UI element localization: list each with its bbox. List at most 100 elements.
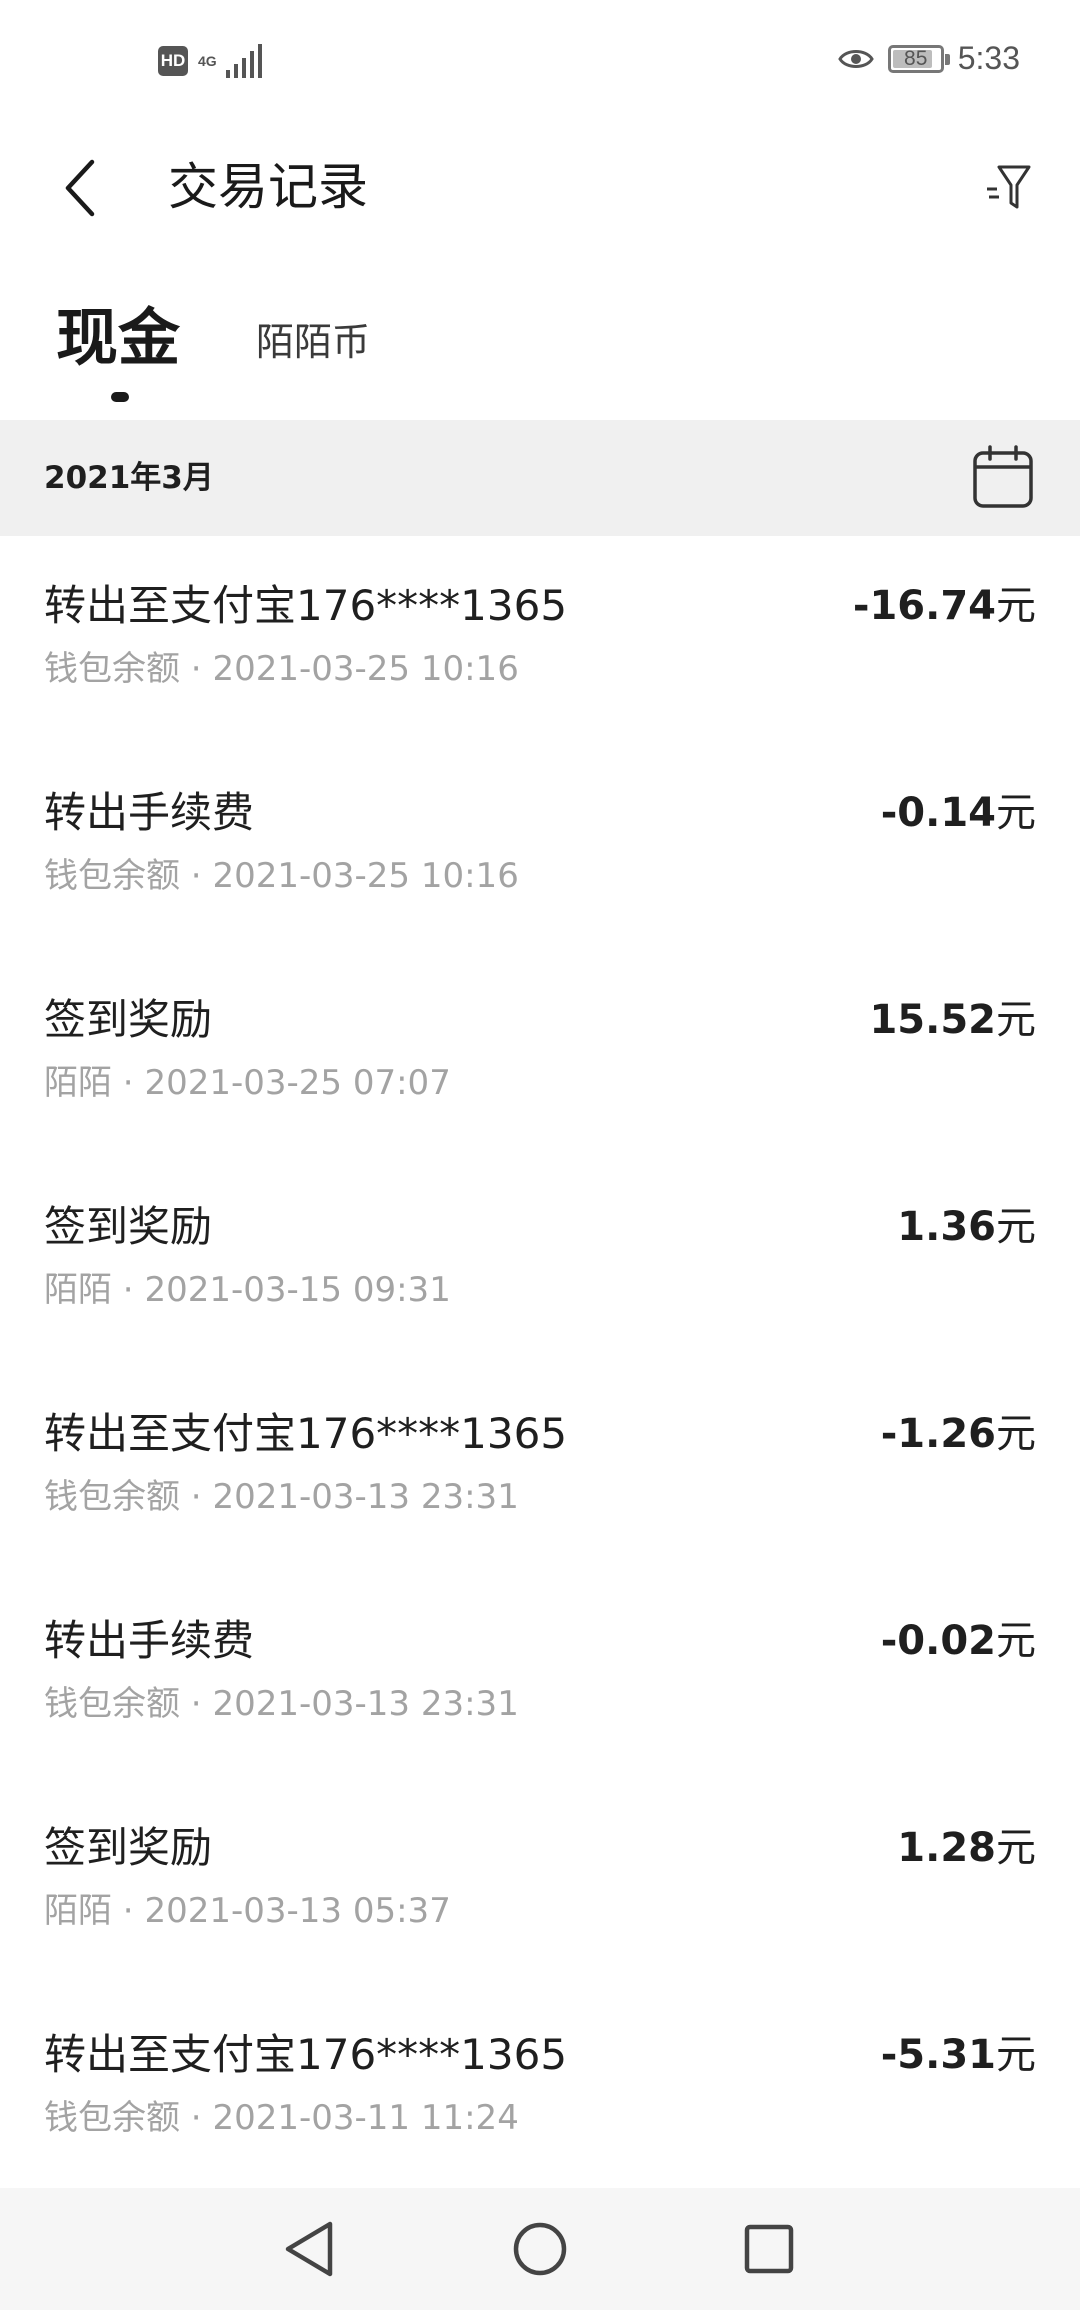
chevron-left-icon bbox=[65, 159, 95, 217]
meta-separator: · bbox=[180, 1684, 213, 1724]
active-tab-indicator bbox=[111, 392, 129, 402]
page-title: 交易记录 bbox=[168, 158, 368, 216]
tab-cash[interactable]: 现金 bbox=[56, 298, 180, 378]
transaction-datetime: 2021-03-15 09:31 bbox=[144, 1270, 451, 1310]
transaction-row[interactable]: 签到奖励陌陌 · 2021-03-25 07:07 15.52元 bbox=[0, 950, 1080, 1157]
meta-separator: · bbox=[180, 1477, 213, 1517]
amount-value: 15.52 bbox=[869, 997, 996, 1043]
transaction-meta: 钱包余额 · 2021-03-13 23:31 bbox=[44, 1474, 519, 1520]
status-bar: HD 4G 85 5:33 bbox=[0, 0, 1080, 124]
transaction-source: 钱包余额 bbox=[44, 856, 180, 896]
transaction-datetime: 2021-03-13 23:31 bbox=[212, 1477, 519, 1517]
transaction-datetime: 2021-03-25 10:16 bbox=[212, 856, 519, 896]
transaction-meta: 钱包余额 · 2021-03-11 11:24 bbox=[44, 2095, 519, 2141]
meta-separator: · bbox=[180, 856, 213, 896]
transaction-title: 转出至支付宝176****1365 bbox=[44, 581, 568, 630]
transaction-row[interactable]: 签到奖励陌陌 · 2021-03-13 05:37 1.28元 bbox=[0, 1778, 1080, 1985]
transaction-row[interactable]: 转出手续费钱包余额 · 2021-03-13 23:31 -0.02元 bbox=[0, 1571, 1080, 1778]
meta-separator: · bbox=[112, 1891, 145, 1931]
app-header: 交易记录 bbox=[0, 124, 1080, 252]
month-header: 2021年3月 bbox=[0, 420, 1080, 536]
transaction-source: 陌陌 bbox=[44, 1891, 112, 1931]
calendar-icon bbox=[973, 445, 1033, 508]
transaction-title: 转出手续费 bbox=[44, 1616, 255, 1665]
transaction-title: 转出至支付宝176****1365 bbox=[44, 1409, 568, 1458]
transaction-row[interactable]: 签到奖励陌陌 · 2021-03-15 09:31 1.36元 bbox=[0, 1157, 1080, 1364]
meta-separator: · bbox=[180, 2098, 213, 2138]
transaction-meta: 钱包余额 · 2021-03-13 23:31 bbox=[44, 1681, 519, 1727]
amount-value: 1.36 bbox=[897, 1204, 996, 1250]
transaction-title: 签到奖励 bbox=[44, 1202, 213, 1251]
transaction-amount: 1.36元 bbox=[897, 1199, 1036, 1255]
nav-back-button[interactable] bbox=[270, 2210, 348, 2288]
triangle-back-icon bbox=[285, 2221, 333, 2277]
network-type-icon: 4G bbox=[198, 53, 217, 69]
back-button[interactable] bbox=[44, 152, 116, 224]
transaction-source: 钱包余额 bbox=[44, 649, 180, 689]
system-nav-bar bbox=[0, 2188, 1080, 2310]
amount-unit: 元 bbox=[996, 1204, 1036, 1250]
transaction-amount: -0.02元 bbox=[881, 1613, 1036, 1669]
tab-momo-coin[interactable]: 陌陌币 bbox=[256, 314, 370, 370]
amount-value: -16.74 bbox=[852, 583, 996, 629]
transaction-title: 转出至支付宝176****1365 bbox=[44, 2030, 568, 2079]
calendar-button[interactable] bbox=[970, 444, 1036, 510]
transaction-row[interactable]: 转出至支付宝176****1365 钱包余额 · 2021-03-11 11:24… bbox=[0, 1985, 1080, 2192]
circle-home-icon bbox=[513, 2222, 567, 2276]
transaction-meta: 钱包余额 · 2021-03-25 10:16 bbox=[44, 646, 519, 692]
transaction-meta: 陌陌 · 2021-03-13 05:37 bbox=[44, 1888, 451, 1934]
amount-unit: 元 bbox=[996, 583, 1036, 629]
amount-value: -1.26 bbox=[880, 1411, 996, 1457]
month-label: 2021年3月 bbox=[44, 460, 214, 496]
transaction-row[interactable]: 转出至支付宝176****1365 钱包余额 · 2021-03-25 10:16… bbox=[0, 536, 1080, 743]
transaction-row[interactable]: 转出手续费钱包余额 · 2021-03-25 10:16 -0.14元 bbox=[0, 743, 1080, 950]
eye-icon bbox=[837, 49, 874, 68]
nav-home-button[interactable] bbox=[501, 2210, 579, 2288]
transaction-meta: 陌陌 · 2021-03-25 07:07 bbox=[44, 1060, 451, 1106]
square-recents-icon bbox=[744, 2224, 794, 2274]
transaction-amount: 15.52元 bbox=[869, 992, 1036, 1048]
nav-recents-button[interactable] bbox=[730, 2210, 808, 2288]
transaction-datetime: 2021-03-11 11:24 bbox=[212, 2098, 519, 2138]
transaction-source: 钱包余额 bbox=[44, 1477, 180, 1517]
signal-icon bbox=[226, 44, 262, 78]
amount-unit: 元 bbox=[996, 1825, 1036, 1871]
transaction-source: 钱包余额 bbox=[44, 2098, 180, 2138]
amount-value: 1.28 bbox=[897, 1825, 996, 1871]
transaction-datetime: 2021-03-13 05:37 bbox=[144, 1891, 451, 1931]
transaction-source: 陌陌 bbox=[44, 1063, 112, 1103]
transaction-meta: 陌陌 · 2021-03-15 09:31 bbox=[44, 1267, 451, 1313]
meta-separator: · bbox=[180, 649, 213, 689]
clock: 5:33 bbox=[957, 40, 1020, 76]
transaction-meta: 钱包余额 · 2021-03-25 10:16 bbox=[44, 853, 519, 899]
battery-percent: 85 bbox=[904, 46, 928, 70]
amount-unit: 元 bbox=[996, 2032, 1036, 2078]
amount-value: -0.02 bbox=[880, 1618, 996, 1664]
amount-unit: 元 bbox=[996, 1618, 1036, 1664]
transaction-source: 钱包余额 bbox=[44, 1684, 180, 1724]
hd-icon: HD bbox=[158, 46, 188, 76]
transaction-amount: -5.31元 bbox=[881, 2027, 1036, 2083]
meta-separator: · bbox=[112, 1270, 145, 1310]
amount-unit: 元 bbox=[996, 790, 1036, 836]
amount-value: -5.31 bbox=[880, 2032, 996, 2078]
transaction-title: 签到奖励 bbox=[44, 995, 213, 1044]
transaction-amount: -16.74元 bbox=[853, 578, 1036, 634]
transaction-amount: -1.26元 bbox=[881, 1406, 1036, 1462]
battery-icon: 85 bbox=[887, 44, 950, 73]
transaction-amount: -0.14元 bbox=[881, 785, 1036, 841]
tab-bar: 现金 陌陌币 bbox=[0, 290, 1080, 418]
meta-separator: · bbox=[112, 1063, 145, 1103]
transaction-datetime: 2021-03-25 10:16 bbox=[212, 649, 519, 689]
filter-button[interactable] bbox=[976, 156, 1040, 220]
status-right: 85 5:33 bbox=[837, 40, 1020, 77]
transaction-title: 签到奖励 bbox=[44, 1823, 213, 1872]
amount-unit: 元 bbox=[996, 1411, 1036, 1457]
filter-icon bbox=[987, 165, 1031, 209]
status-left: HD 4G bbox=[158, 44, 266, 78]
transaction-datetime: 2021-03-13 23:31 bbox=[212, 1684, 519, 1724]
amount-unit: 元 bbox=[996, 997, 1036, 1043]
transaction-amount: 1.28元 bbox=[897, 1820, 1036, 1876]
transaction-title: 转出手续费 bbox=[44, 788, 255, 837]
transaction-row[interactable]: 转出至支付宝176****1365 钱包余额 · 2021-03-13 23:31… bbox=[0, 1364, 1080, 1571]
